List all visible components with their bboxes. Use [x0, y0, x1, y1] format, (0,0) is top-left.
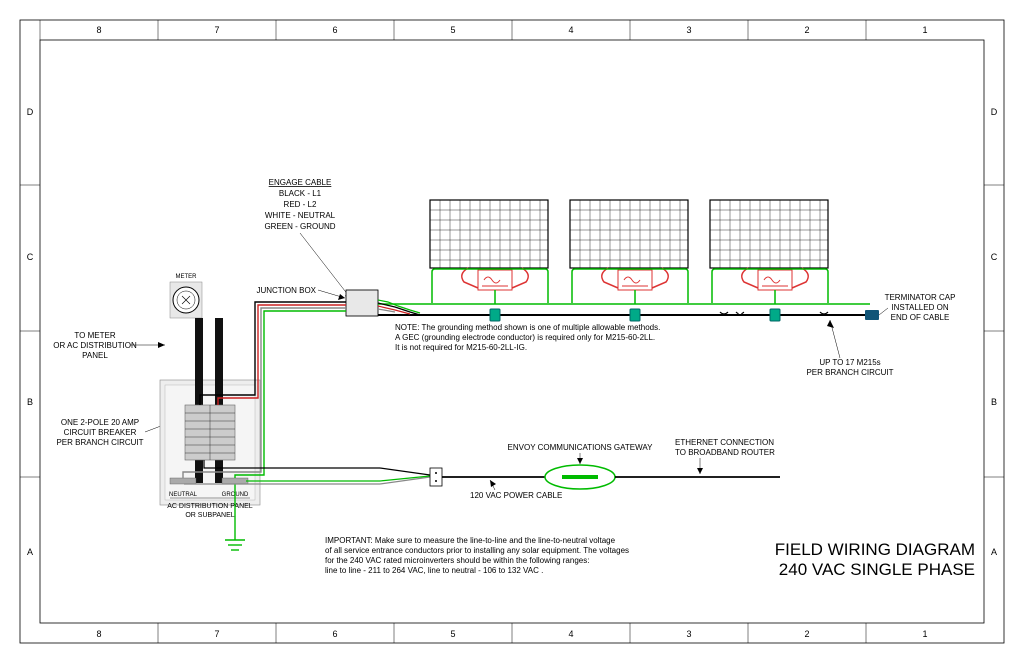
svg-text:FIELD WIRING DIAGRAM: FIELD WIRING DIAGRAM: [775, 540, 975, 559]
svg-text:6: 6: [332, 25, 337, 35]
microinverters: [462, 268, 809, 290]
power-cable-label: 120 VAC POWER CABLE: [470, 491, 562, 500]
svg-text:4: 4: [568, 629, 573, 639]
svg-text:A: A: [991, 547, 997, 557]
microinverter-2: [602, 268, 669, 290]
svg-text:5: 5: [450, 629, 455, 639]
svg-text:240 VAC SINGLE PHASE: 240 VAC SINGLE PHASE: [779, 560, 975, 579]
svg-text:It is not required for M215-60: It is not required for M215-60-2LL-IG.: [395, 343, 527, 352]
svg-text:B: B: [991, 397, 997, 407]
svg-text:OR AC DISTRIBUTION: OR AC DISTRIBUTION: [53, 341, 137, 350]
svg-text:IMPORTANT: Make sure to measur: IMPORTANT: Make sure to measure the line…: [325, 536, 616, 545]
svg-text:7: 7: [214, 629, 219, 639]
ethernet-label: ETHERNET CONNECTION TO BROADBAND ROUTER: [675, 438, 775, 457]
svg-text:1: 1: [922, 629, 927, 639]
svg-text:ONE 2-POLE 20 AMP: ONE 2-POLE 20 AMP: [61, 418, 139, 427]
svg-text:for the 240 VAC rated microinv: for the 240 VAC rated microinverters sho…: [325, 556, 589, 565]
microinverter-3: [742, 268, 809, 290]
svg-text:7: 7: [214, 25, 219, 35]
svg-text:5: 5: [450, 25, 455, 35]
svg-text:METER: METER: [176, 274, 198, 280]
junction-box-label: JUNCTION BOX: [256, 286, 316, 295]
svg-text:TO METER: TO METER: [74, 331, 115, 340]
svg-text:ENGAGE CABLE: ENGAGE CABLE: [269, 178, 332, 187]
pv-module-1: [430, 200, 548, 268]
svg-text:A: A: [27, 547, 33, 557]
svg-text:6: 6: [332, 629, 337, 639]
svg-text:NEUTRAL: NEUTRAL: [169, 492, 198, 498]
svg-text:GREEN - GROUND: GREEN - GROUND: [264, 222, 335, 231]
note-text: NOTE: The grounding method shown is one …: [395, 323, 660, 352]
svg-text:C: C: [991, 252, 998, 262]
envoy-gateway: [545, 465, 615, 489]
svg-text:OR SUBPANEL: OR SUBPANEL: [185, 512, 234, 519]
svg-text:of all service entrance conduc: of all service entrance conductors prior…: [325, 546, 629, 555]
pv-module-3: [710, 200, 828, 268]
junction-box: [346, 290, 378, 316]
svg-text:2: 2: [804, 629, 809, 639]
svg-text:NOTE: The grounding method sho: NOTE: The grounding method shown is one …: [395, 323, 660, 332]
svg-text:CIRCUIT BREAKER: CIRCUIT BREAKER: [64, 428, 137, 437]
important-text: IMPORTANT: Make sure to measure the line…: [325, 536, 629, 575]
svg-text:A GEC (grounding electrode con: A GEC (grounding electrode conductor) is…: [395, 333, 655, 342]
svg-text:TO BROADBAND ROUTER: TO BROADBAND ROUTER: [675, 448, 775, 457]
svg-text:B: B: [27, 397, 33, 407]
svg-text:PANEL: PANEL: [82, 351, 108, 360]
pv-module-2: [570, 200, 688, 268]
svg-text:8: 8: [96, 25, 101, 35]
svg-text:3: 3: [686, 25, 691, 35]
svg-text:line to line - 211 to 264 VAC,: line to line - 211 to 264 VAC, line to n…: [325, 566, 543, 575]
svg-text:END OF CABLE: END OF CABLE: [891, 313, 950, 322]
envoy-label: ENVOY COMMUNICATIONS GATEWAY: [508, 443, 654, 452]
trunk-cable: [378, 312, 870, 315]
terminator-cap: [865, 310, 879, 320]
svg-text:1: 1: [922, 25, 927, 35]
engage-cable-callout: ENGAGE CABLE BLACK - L1 RED - L2 WHITE -…: [264, 178, 335, 231]
svg-text:TERMINATOR CAP: TERMINATOR CAP: [885, 293, 956, 302]
svg-text:UP TO 17 M215s: UP TO 17 M215s: [819, 358, 880, 367]
svg-text:INSTALLED ON: INSTALLED ON: [891, 303, 948, 312]
svg-text:D: D: [27, 107, 34, 117]
to-meter-label: TO METER OR AC DISTRIBUTION PANEL: [53, 331, 137, 360]
upto-label: UP TO 17 M215s PER BRANCH CIRCUIT: [806, 358, 893, 377]
svg-text:AC DISTRIBUTION PANEL: AC DISTRIBUTION PANEL: [167, 503, 253, 510]
svg-text:PER BRANCH CIRCUIT: PER BRANCH CIRCUIT: [56, 438, 143, 447]
svg-text:4: 4: [568, 25, 573, 35]
breaker-label: ONE 2-POLE 20 AMP CIRCUIT BREAKER PER BR…: [56, 418, 143, 447]
svg-text:8: 8: [96, 629, 101, 639]
microinverter-1: [462, 268, 529, 290]
svg-text:RED - L2: RED - L2: [284, 200, 317, 209]
terminator-label: TERMINATOR CAP INSTALLED ON END OF CABLE: [885, 293, 956, 322]
svg-text:PER BRANCH CIRCUIT: PER BRANCH CIRCUIT: [806, 368, 893, 377]
svg-text:2: 2: [804, 25, 809, 35]
svg-text:3: 3: [686, 629, 691, 639]
svg-text:WHITE - NEUTRAL: WHITE - NEUTRAL: [265, 211, 336, 220]
outlet-icon: [430, 468, 442, 486]
ac-panel: [160, 318, 260, 505]
utility-meter: METER: [170, 274, 202, 318]
svg-text:BLACK - L1: BLACK - L1: [279, 189, 322, 198]
wiring-diagram: 8 7 6 5 4 3 2 1 8 7 6 5 4 3 2 1 D D C C B B…: [0, 0, 1024, 663]
solar-array: [430, 200, 828, 268]
svg-text:ETHERNET CONNECTION: ETHERNET CONNECTION: [675, 438, 774, 447]
svg-text:C: C: [27, 252, 34, 262]
title-block: FIELD WIRING DIAGRAM 240 VAC SINGLE PHAS…: [775, 540, 975, 579]
svg-text:D: D: [991, 107, 998, 117]
